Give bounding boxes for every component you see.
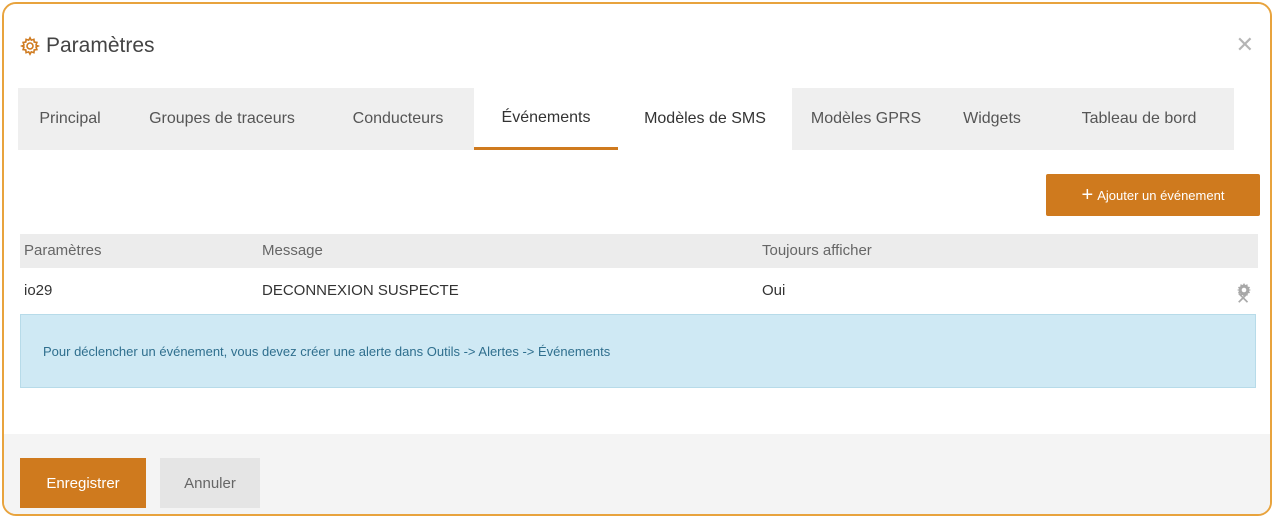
settings-dialog: Paramètres ✕ Principal Groupes de traceu…: [2, 2, 1272, 516]
add-event-label: Ajouter un événement: [1097, 187, 1225, 203]
header-message: Message: [262, 242, 323, 259]
gear-icon: [20, 36, 40, 56]
tab-groupes-de-traceurs[interactable]: Groupes de traceurs: [122, 88, 322, 150]
plus-icon: +: [1081, 184, 1094, 206]
tab-evenements[interactable]: Événements: [474, 88, 618, 150]
tab-tableau-de-bord[interactable]: Tableau de bord: [1044, 88, 1234, 150]
events-panel: + Ajouter un événement Paramètres Messag…: [4, 150, 1270, 438]
table-header: Paramètres Message Toujours afficher: [20, 234, 1258, 268]
title-wrap: Paramètres: [20, 34, 155, 58]
dialog-header: Paramètres ✕: [4, 4, 1270, 88]
tab-conducteurs[interactable]: Conducteurs: [322, 88, 474, 150]
save-button[interactable]: Enregistrer: [20, 458, 146, 508]
dialog-title: Paramètres: [46, 34, 155, 57]
row-actions: ✕: [1236, 282, 1252, 308]
tab-widgets[interactable]: Widgets: [940, 88, 1044, 150]
delete-icon[interactable]: ✕: [1236, 282, 1250, 316]
tabs-bar: Principal Groupes de traceurs Conducteur…: [18, 88, 1234, 150]
header-toujours-afficher: Toujours afficher: [762, 242, 872, 259]
add-event-button[interactable]: + Ajouter un événement: [1046, 174, 1260, 216]
header-parametres: Paramètres: [24, 242, 102, 259]
cell-param: io29: [24, 282, 53, 299]
cell-always-show: Oui: [762, 282, 786, 299]
close-icon[interactable]: ✕: [1236, 34, 1254, 56]
cancel-button[interactable]: Annuler: [160, 458, 260, 508]
cell-message: DECONNEXION SUSPECTE: [262, 282, 459, 299]
tab-modeles-de-sms[interactable]: Modèles de SMS: [618, 88, 792, 150]
tab-principal[interactable]: Principal: [18, 88, 122, 150]
table-row: io29 DECONNEXION SUSPECTE Oui ✕: [20, 274, 1258, 308]
info-alert: Pour déclencher un événement, vous devez…: [20, 314, 1256, 388]
dialog-footer: Enregistrer Annuler: [4, 434, 1270, 514]
tab-modeles-gprs[interactable]: Modèles GPRS: [792, 88, 940, 150]
